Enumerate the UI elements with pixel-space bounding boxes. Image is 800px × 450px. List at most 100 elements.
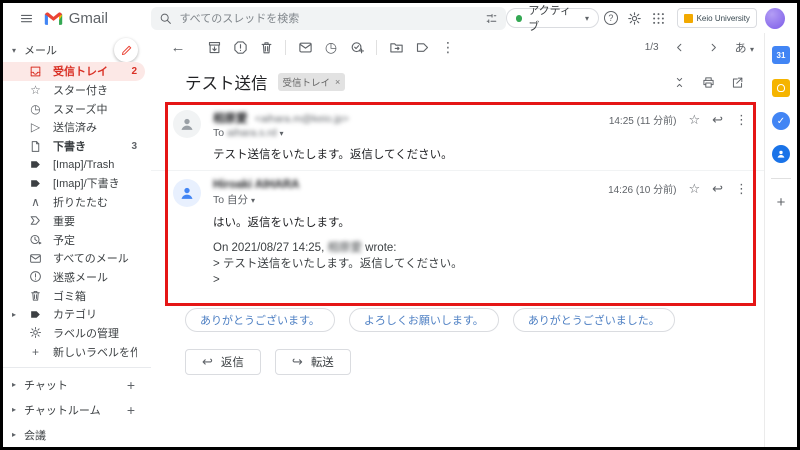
more-button[interactable]: ⋮ xyxy=(435,40,461,54)
sidebar-item-manage-labels[interactable]: ラベルの管理 xyxy=(3,324,145,343)
sidebar-item-drafts[interactable]: 下書き 3 xyxy=(3,137,145,156)
label-button[interactable] xyxy=(409,40,435,55)
star-button[interactable]: ☆ xyxy=(688,182,700,195)
delete-button[interactable] xyxy=(253,40,279,55)
sidebar-section-rooms[interactable]: ▸ チャットルーム + xyxy=(3,397,151,422)
more-button[interactable]: ⋮ xyxy=(735,182,748,195)
label-icon xyxy=(29,158,42,171)
sender-email: <aihara.m@keio.jp> xyxy=(255,113,349,125)
reply-button[interactable]: ↩ 返信 xyxy=(185,349,261,375)
archive-button[interactable] xyxy=(201,40,227,55)
sidebar-item-scheduled[interactable]: 予定 xyxy=(3,230,145,249)
avatar xyxy=(173,110,201,138)
envelope-icon xyxy=(29,252,42,265)
gear-icon xyxy=(627,11,642,26)
sidebar-item-trash[interactable]: ゴミ箱 xyxy=(3,286,145,305)
thread-subject: テスト送信 xyxy=(185,70,268,94)
sidebar-item-spam[interactable]: 迷惑メール xyxy=(3,268,145,287)
sidebar-item-collapse[interactable]: ∧ 折りたたむ xyxy=(3,193,145,212)
trash-icon xyxy=(259,40,274,55)
sidebar-item-starred[interactable]: ☆ スター付き xyxy=(3,81,145,100)
avatar xyxy=(173,179,201,207)
caret-right-icon: ▸ xyxy=(12,380,16,389)
sidebar-item-inbox[interactable]: 受信トレイ 2 xyxy=(3,62,145,81)
move-to-button[interactable] xyxy=(383,40,409,55)
folder-move-icon xyxy=(389,40,404,55)
search-options-icon[interactable] xyxy=(485,12,498,25)
chat-status-selector[interactable]: アクティブ ▾ xyxy=(506,8,599,28)
sender-name: Hiroaki AIHARA xyxy=(213,179,299,191)
reply-actions: ↩ 返信 ↪ 転送 xyxy=(185,349,764,375)
sidebar-section-mail[interactable]: ▾ メール xyxy=(3,38,151,62)
search-icon[interactable] xyxy=(159,12,172,25)
plus-icon: + xyxy=(28,346,43,358)
message-2[interactable]: Hiroaki AIHARA To 自分 ▾ はい。返信をいたします。 On 2… xyxy=(151,171,764,295)
smart-reply-row: ありがとうございます。 よろしくお願いします。 ありがとうございました。 xyxy=(185,308,764,332)
star-button[interactable]: ☆ xyxy=(688,113,700,126)
side-panel: 31 ✓ + xyxy=(764,33,797,447)
sidebar-item-important[interactable]: 重要 xyxy=(3,212,145,231)
sidebar-section-meet[interactable]: ▸ 会議 xyxy=(3,422,151,447)
inbox-label-chip[interactable]: 受信トレイ × xyxy=(278,73,346,91)
report-spam-button[interactable] xyxy=(227,40,253,55)
input-tools-button[interactable]: あ ▾ xyxy=(735,39,754,56)
settings-button[interactable] xyxy=(623,11,647,26)
chevron-down-icon[interactable]: ▾ xyxy=(251,196,255,205)
collapse-all-icon[interactable] xyxy=(673,76,686,89)
reply-button[interactable]: ↩ xyxy=(712,113,723,126)
mark-unread-button[interactable] xyxy=(292,40,318,55)
draft-icon xyxy=(29,140,42,153)
smart-reply-chip[interactable]: よろしくお願いします。 xyxy=(349,308,499,332)
open-in-new-icon[interactable] xyxy=(731,76,744,89)
sidebar-item-categories[interactable]: ▸ カテゴリ xyxy=(3,305,145,324)
back-button[interactable]: ← xyxy=(165,40,191,55)
archive-icon xyxy=(207,40,222,55)
reply-button[interactable]: ↩ xyxy=(712,182,723,195)
support-button[interactable]: ? xyxy=(599,11,623,25)
status-label: アクティブ xyxy=(528,2,579,34)
add-to-tasks-button[interactable] xyxy=(344,40,370,55)
search-bar[interactable]: すべてのスレッドを検索 xyxy=(151,7,505,30)
forward-button[interactable]: ↪ 転送 xyxy=(275,349,351,375)
spam-icon xyxy=(29,270,42,283)
gmail-logo[interactable]: Gmail xyxy=(44,10,136,27)
org-logo-icon xyxy=(684,14,693,23)
sidebar-item-create-label[interactable]: + 新しいラベルを作成 xyxy=(3,342,145,361)
gmail-window: Gmail すべてのスレッドを検索 アクティブ ▾ ? Keio Univers… xyxy=(0,0,800,450)
more-button[interactable]: ⋮ xyxy=(735,113,748,126)
new-room-button[interactable]: + xyxy=(127,402,135,418)
sidebar-item-snoozed[interactable]: ◷ スヌーズ中 xyxy=(3,99,145,118)
sidebar-item-all-mail[interactable]: すべてのメール xyxy=(3,249,145,268)
get-addons-button[interactable]: + xyxy=(777,194,786,211)
sidebar-section-chat[interactable]: ▸ チャット + xyxy=(3,372,151,397)
main-menu-button[interactable] xyxy=(13,11,40,26)
smart-reply-chip[interactable]: ありがとうございます。 xyxy=(185,308,335,332)
snooze-button[interactable]: ◷ xyxy=(318,40,344,54)
smart-reply-chip[interactable]: ありがとうございました。 xyxy=(513,308,675,332)
reply-icon: ↩ xyxy=(202,354,213,370)
newer-button[interactable] xyxy=(667,41,693,54)
pagination-counter: 1/3 xyxy=(645,42,659,53)
person-icon xyxy=(179,116,195,132)
calendar-icon[interactable]: 31 xyxy=(772,46,790,64)
tasks-icon[interactable]: ✓ xyxy=(772,112,790,130)
google-apps-button[interactable] xyxy=(647,11,671,26)
sidebar-item-imap-trash[interactable]: [Imap]/Trash xyxy=(3,155,145,174)
sidebar-item-sent[interactable]: ▷ 送信済み xyxy=(3,118,145,137)
older-button[interactable] xyxy=(701,41,727,54)
gmail-m-icon xyxy=(44,11,63,26)
sidebar-item-imap-drafts[interactable]: [Imap]/下書き xyxy=(3,174,145,193)
contacts-icon[interactable] xyxy=(772,145,790,163)
new-chat-button[interactable]: + xyxy=(127,377,135,393)
print-icon[interactable] xyxy=(702,76,715,89)
recipient-line[interactable]: To 自分 ▾ xyxy=(213,192,463,207)
keep-icon[interactable] xyxy=(772,79,790,97)
account-avatar[interactable] xyxy=(765,8,785,29)
recipient-line[interactable]: To aihara.s.rd ▾ xyxy=(213,127,453,139)
remove-label-icon[interactable]: × xyxy=(335,77,340,87)
hamburger-icon xyxy=(19,11,34,26)
compose-button[interactable] xyxy=(114,38,138,62)
message-1[interactable]: 相原愛 <aihara.m@keio.jp> To aihara.s.rd ▾ … xyxy=(151,102,764,171)
search-input[interactable]: すべてのスレッドを検索 xyxy=(179,10,477,26)
chevron-down-icon[interactable]: ▾ xyxy=(280,129,284,138)
